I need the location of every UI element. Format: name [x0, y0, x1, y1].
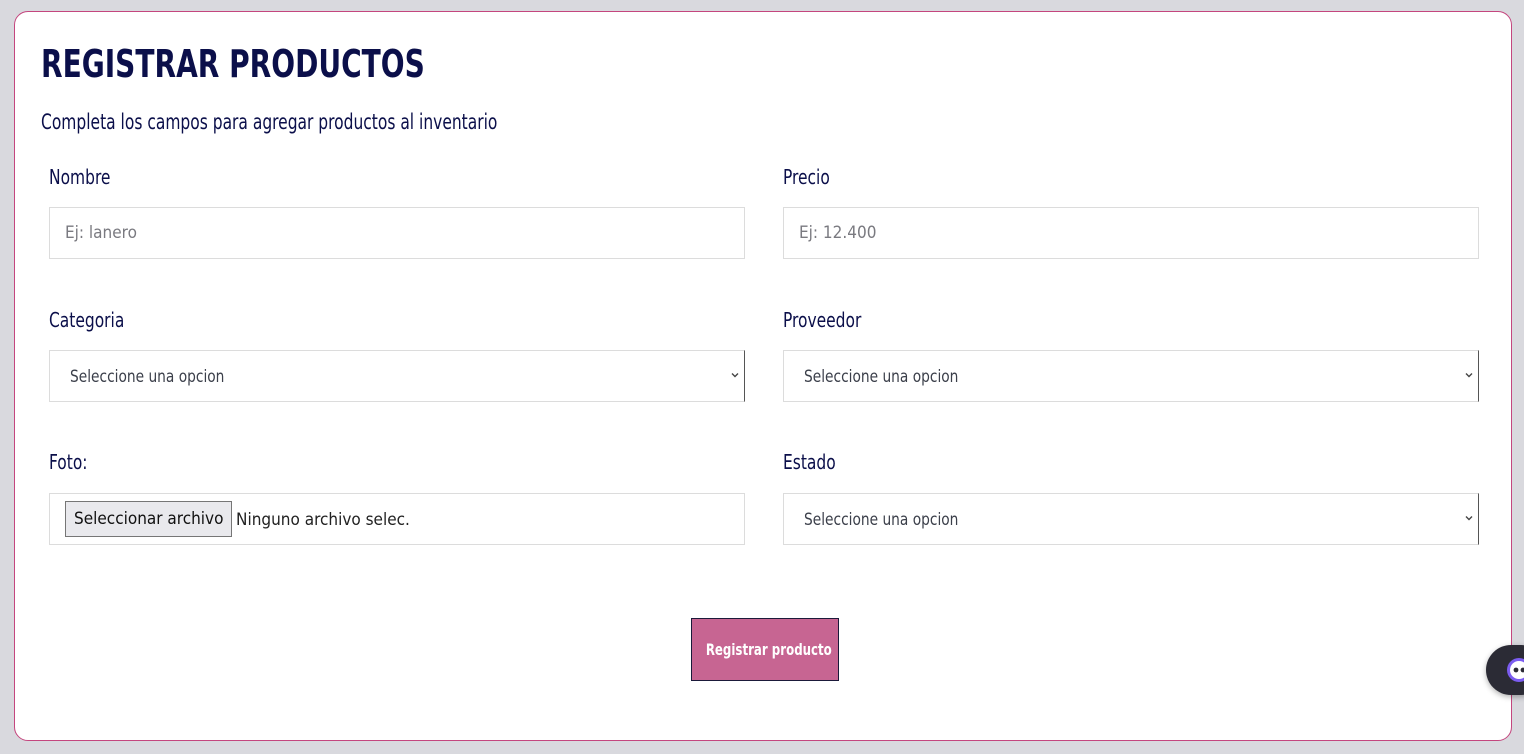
- foto-field: Seleccionar archivo Ninguno archivo sele…: [49, 493, 745, 545]
- file-status-text: Ninguno archivo selec.: [236, 510, 410, 530]
- assistant-bot-icon: [1507, 658, 1524, 682]
- chevron-down-icon: [731, 373, 739, 378]
- categoria-selected-value: Seleccione una opcion: [70, 367, 225, 387]
- precio-label: Precio: [783, 165, 830, 189]
- nombre-label: Nombre: [49, 165, 111, 189]
- estado-label: Estado: [783, 450, 836, 474]
- precio-input[interactable]: [784, 208, 1478, 258]
- proveedor-label: Proveedor: [783, 308, 862, 332]
- page-subtitle: Completa los campos para agregar product…: [41, 110, 498, 134]
- categoria-select[interactable]: Seleccione una opcion: [49, 350, 745, 402]
- estado-select[interactable]: Seleccione una opcion: [783, 493, 1479, 545]
- select-file-button[interactable]: Seleccionar archivo: [65, 501, 233, 537]
- nombre-field: [49, 207, 745, 259]
- proveedor-select[interactable]: Seleccione una opcion: [783, 350, 1479, 402]
- register-product-card: REGISTRAR PRODUCTOS Completa los campos …: [14, 11, 1512, 741]
- precio-field: [783, 207, 1479, 259]
- chevron-down-icon: [1465, 373, 1473, 378]
- proveedor-selected-value: Seleccione una opcion: [804, 367, 959, 387]
- foto-label: Foto:: [49, 450, 88, 474]
- nombre-input[interactable]: [50, 208, 744, 258]
- register-product-button[interactable]: Registrar producto: [691, 618, 839, 681]
- categoria-label: Categoria: [49, 308, 125, 332]
- register-product-button-label: Registrar producto: [705, 640, 832, 659]
- chevron-down-icon: [1465, 516, 1473, 521]
- page-title: REGISTRAR PRODUCTOS: [41, 42, 425, 86]
- estado-selected-value: Seleccione una opcion: [804, 510, 959, 530]
